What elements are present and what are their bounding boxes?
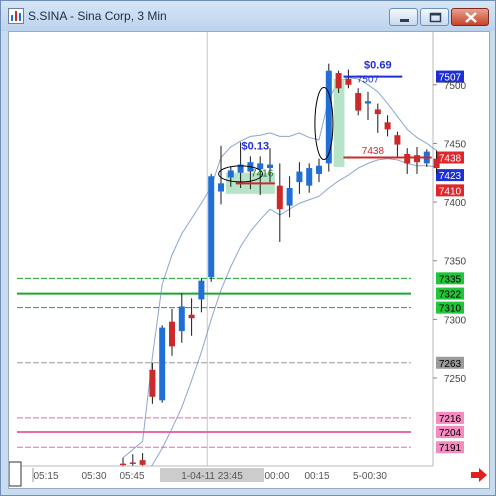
level-badge-text-7191: 7191 bbox=[439, 443, 462, 454]
candlestick-chart[interactable]: 7335 7322 7310 7263 7216 7204 7191 7507 7438 7423… bbox=[8, 32, 489, 488]
candle-body-16 bbox=[276, 185, 283, 210]
candle-body-17 bbox=[286, 188, 293, 206]
maximize-icon bbox=[429, 12, 442, 23]
level-badge-text-7204: 7204 bbox=[439, 428, 462, 439]
price-axis-background bbox=[433, 32, 489, 466]
level-badge-text-7335: 7335 bbox=[439, 274, 462, 285]
maximize-button[interactable] bbox=[420, 8, 449, 26]
annotation-value-3: 7438 bbox=[362, 146, 385, 157]
title-bar[interactable]: S.SINA - Sina Corp, 3 Min bbox=[1, 1, 495, 31]
candle-body-0 bbox=[120, 463, 126, 466]
y-tick-label-7300: 7300 bbox=[444, 315, 467, 326]
candle-body-8 bbox=[198, 280, 205, 300]
level-badge-text-7216: 7216 bbox=[439, 414, 462, 425]
candle-body-5 bbox=[169, 321, 175, 347]
candle-body-22 bbox=[335, 73, 342, 89]
time-tick-label-4: 00:00 bbox=[264, 471, 289, 482]
level-badge-text-7322: 7322 bbox=[439, 290, 462, 301]
minimize-icon bbox=[400, 19, 409, 22]
candle-body-21 bbox=[325, 70, 332, 164]
candle-body-29 bbox=[404, 153, 411, 164]
chart-app-icon bbox=[8, 8, 24, 24]
level-badge-text-7263: 7263 bbox=[439, 359, 462, 370]
annotation-value-1: 7416 bbox=[251, 168, 274, 179]
candle-body-10 bbox=[218, 183, 224, 192]
candle-body-24 bbox=[355, 92, 362, 111]
y-tick-label-7400: 7400 bbox=[444, 198, 467, 209]
candle-body-26 bbox=[374, 109, 381, 115]
candle-body-27 bbox=[384, 122, 391, 130]
candle-body-28 bbox=[394, 135, 401, 145]
candle-body-19 bbox=[306, 168, 313, 186]
time-tick-label-0: 05:15 bbox=[33, 471, 58, 482]
y-tick-label-7450: 7450 bbox=[444, 139, 467, 150]
chart-window: S.SINA - Sina Corp, 3 Min 7335 7322 7310 72… bbox=[0, 0, 496, 496]
scroll-left-box bbox=[8, 461, 22, 487]
candle-body-18 bbox=[296, 171, 303, 183]
candle-body-1 bbox=[129, 462, 136, 464]
price-badge-text-7410: 7410 bbox=[439, 186, 462, 197]
candle-body-2 bbox=[139, 460, 146, 465]
time-tick-label-2: 05:45 bbox=[119, 471, 144, 482]
candle-body-6 bbox=[178, 306, 185, 332]
candle-body-32 bbox=[433, 158, 440, 169]
close-icon bbox=[465, 12, 477, 23]
candle-body-11 bbox=[227, 170, 234, 178]
candle-body-30 bbox=[414, 155, 420, 163]
candle-body-4 bbox=[159, 327, 166, 401]
level-badge-text-7310: 7310 bbox=[439, 304, 462, 315]
candle-body-23 bbox=[345, 78, 352, 85]
time-tick-label-1: 05:30 bbox=[81, 471, 106, 482]
time-tick-label-5: 00:15 bbox=[304, 471, 329, 482]
y-tick-label-7350: 7350 bbox=[444, 257, 467, 268]
candle-body-20 bbox=[316, 165, 322, 174]
candle-body-25 bbox=[365, 101, 371, 104]
time-tick-label-3: 1-04-11 23:45 bbox=[181, 471, 243, 482]
candle-body-9 bbox=[208, 176, 215, 278]
y-tick-label-7250: 7250 bbox=[444, 374, 467, 385]
time-tick-label-6: 5-00:30 bbox=[353, 471, 387, 482]
annotation-value-2: 7507 bbox=[357, 74, 380, 85]
price-badge-text-7438: 7438 bbox=[439, 154, 462, 165]
minimize-button[interactable] bbox=[389, 8, 418, 26]
close-button[interactable] bbox=[451, 8, 489, 26]
candle-body-3 bbox=[149, 369, 156, 397]
window-title: S.SINA - Sina Corp, 3 Min bbox=[28, 9, 167, 23]
candle-body-7 bbox=[188, 314, 195, 319]
annotation-label-1: $0.13 bbox=[242, 140, 270, 152]
annotation-label-2: $0.69 bbox=[364, 59, 392, 71]
y-tick-label-7500: 7500 bbox=[444, 81, 467, 92]
chart-area[interactable]: 7335 7322 7310 7263 7216 7204 7191 7507 7438 7423… bbox=[8, 31, 490, 489]
chart-background bbox=[9, 32, 489, 488]
price-badge-text-7423: 7423 bbox=[439, 171, 462, 182]
